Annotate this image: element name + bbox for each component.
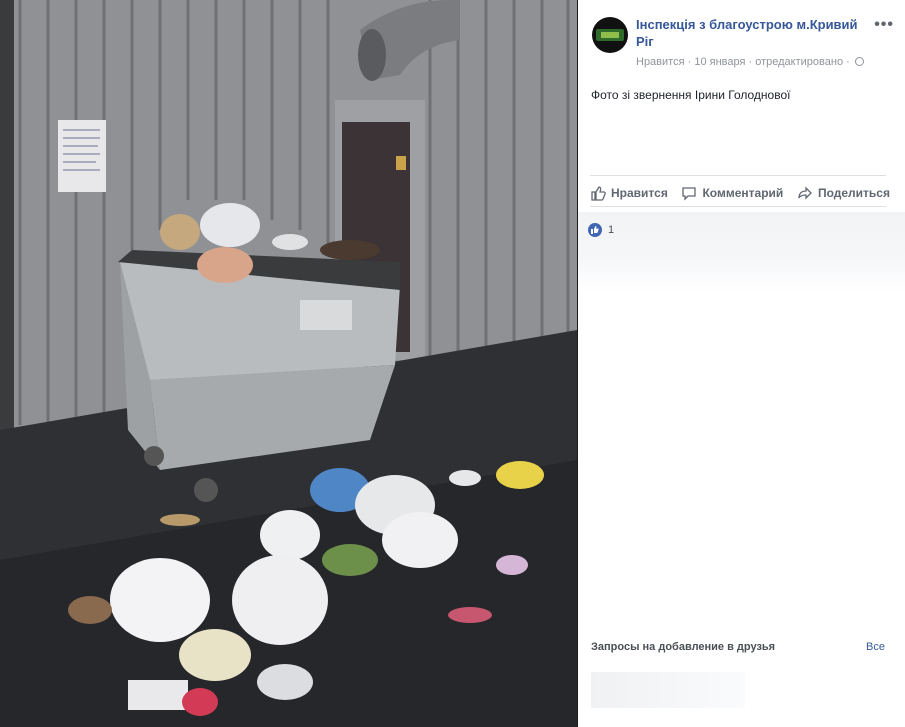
friend-request-item[interactable] [591, 672, 745, 708]
thumbs-up-icon [591, 186, 606, 201]
meta-like-link[interactable]: Нравится [636, 56, 685, 68]
share-button-label: Поделиться [817, 186, 890, 200]
share-button[interactable]: Поделиться [797, 182, 890, 204]
friend-requests-see-all-link[interactable]: Все [866, 641, 885, 653]
friend-requests-title: Запросы на добавление в друзья [591, 641, 776, 653]
post-side-panel: Інспекція з благоустрою м.Кривий Ріг •••… [577, 0, 905, 727]
comment-button[interactable]: Комментарий [681, 182, 783, 204]
reactions-area [578, 212, 905, 292]
divider [590, 206, 886, 207]
reaction-count: 1 [608, 224, 615, 236]
meta-separator: · [843, 56, 853, 68]
post-text: Фото зі звернення Ірини Голоднової [591, 88, 791, 102]
post-header: Інспекція з благоустрою м.Кривий Ріг •••… [590, 14, 894, 74]
photo-illustration [0, 0, 577, 727]
share-icon [798, 186, 812, 200]
post-date-link[interactable]: 10 января [694, 56, 745, 68]
post-meta: Нравится · 10 января · отредактировано · [636, 56, 864, 68]
post-actions: Нравится Комментарий Поделиться [590, 182, 890, 204]
page-avatar[interactable] [592, 17, 628, 53]
comment-icon [682, 187, 697, 201]
page-name-link[interactable]: Інспекція з благоустрою м.Кривий Ріг [636, 16, 866, 50]
globe-icon[interactable] [854, 57, 864, 66]
more-options-icon[interactable]: ••• [874, 16, 894, 34]
meta-separator: · [745, 56, 756, 68]
divider [590, 175, 886, 176]
like-button-label: Нравится [611, 186, 668, 200]
edited-label[interactable]: отредактировано [755, 56, 843, 68]
reaction-summary[interactable]: 1 [588, 223, 614, 237]
avatar-image-detail [601, 32, 619, 38]
comment-button-label: Комментарий [702, 186, 784, 200]
like-reaction-icon [588, 223, 602, 237]
meta-separator: · [684, 56, 695, 68]
post-photo[interactable] [0, 0, 577, 727]
like-button[interactable]: Нравится [590, 182, 668, 204]
